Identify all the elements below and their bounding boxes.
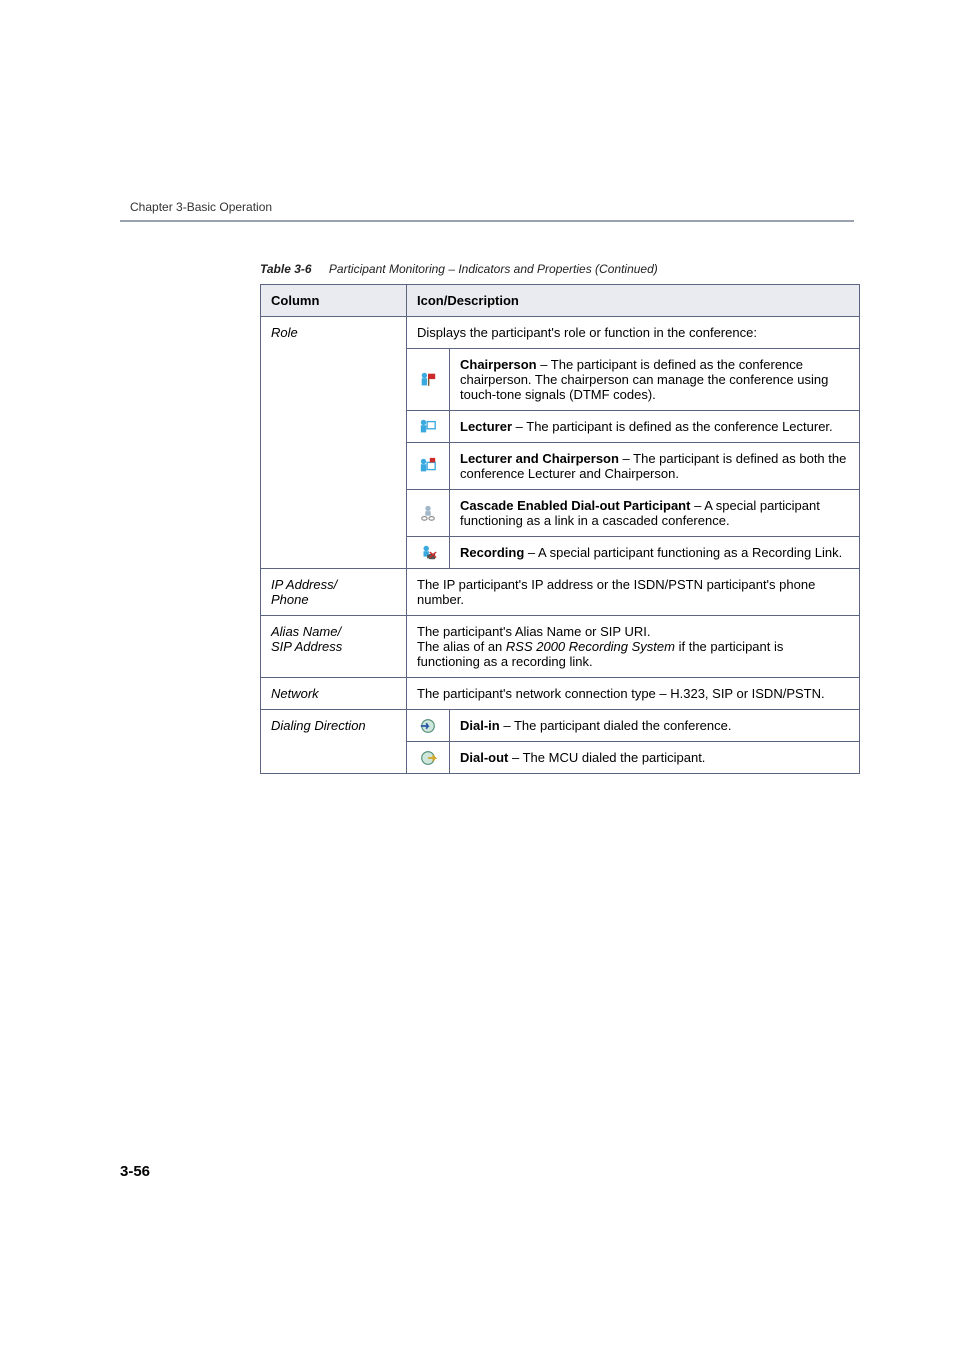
role-label: Role <box>261 317 407 569</box>
cascade-icon <box>407 490 450 537</box>
dial-out-desc: Dial-out – The MCU dialed the participan… <box>450 742 860 774</box>
table-row: IP Address/ Phone The IP participant's I… <box>261 569 860 616</box>
cascade-desc: Cascade Enabled Dial-out Participant – A… <box>450 490 860 537</box>
recording-text: – A special participant functioning as a… <box>524 545 842 560</box>
lc-bold: Lecturer and Chairperson <box>460 451 619 466</box>
dial-in-desc: Dial-in – The participant dialed the con… <box>450 710 860 742</box>
recording-icon <box>407 537 450 569</box>
alias-desc: The participant's Alias Name or SIP URI.… <box>407 616 860 678</box>
alias-label: Alias Name/ SIP Address <box>261 616 407 678</box>
chairperson-bold: Chairperson <box>460 357 537 372</box>
page-number: 3-56 <box>120 1163 150 1180</box>
table-row: Network The participant's network connec… <box>261 678 860 710</box>
cascade-bold: Cascade Enabled Dial-out Participant <box>460 498 690 513</box>
ip-desc: The IP participant's IP address or the I… <box>407 569 860 616</box>
properties-table: Column Icon/Description Role Displays th… <box>260 284 860 774</box>
alias-line2-italic: RSS 2000 Recording System <box>506 639 675 654</box>
table-row: Dialing Direction Dial-in – The particip… <box>261 710 860 742</box>
dial-out-bold: Dial-out <box>460 750 508 765</box>
lecturer-chairperson-icon <box>407 443 450 490</box>
dial-out-text: – The MCU dialed the participant. <box>508 750 705 765</box>
alias-line1: The participant's Alias Name or SIP URI. <box>417 624 650 639</box>
chapter-header: Chapter 3-Basic Operation <box>130 200 854 214</box>
chairperson-desc: Chairperson – The participant is defined… <box>450 349 860 411</box>
dial-in-text: – The participant dialed the conference. <box>500 718 732 733</box>
dial-in-icon <box>407 710 450 742</box>
role-intro: Displays the participant's role or funct… <box>407 317 860 349</box>
recording-desc: Recording – A special participant functi… <box>450 537 860 569</box>
dial-out-icon <box>407 742 450 774</box>
lecturer-bold: Lecturer <box>460 419 512 434</box>
table-header-row: Column Icon/Description <box>261 285 860 317</box>
network-label: Network <box>261 678 407 710</box>
dial-in-bold: Dial-in <box>460 718 500 733</box>
table-caption: Table 3-6 Participant Monitoring – Indic… <box>260 262 854 276</box>
table-row: Alias Name/ SIP Address The participant'… <box>261 616 860 678</box>
table-row: Role Displays the participant's role or … <box>261 317 860 349</box>
lecturer-chairperson-desc: Lecturer and Chairperson – The participa… <box>450 443 860 490</box>
lecturer-icon <box>407 411 450 443</box>
chairperson-icon <box>407 349 450 411</box>
ip-label: IP Address/ Phone <box>261 569 407 616</box>
th-description: Icon/Description <box>407 285 860 317</box>
network-desc: The participant's network connection typ… <box>407 678 860 710</box>
th-column: Column <box>261 285 407 317</box>
recording-bold: Recording <box>460 545 524 560</box>
caption-title: Participant Monitoring – Indicators and … <box>329 262 658 276</box>
lecturer-desc: Lecturer – The participant is defined as… <box>450 411 860 443</box>
alias-line2a: The alias of an <box>417 639 506 654</box>
caption-label: Table 3-6 <box>260 262 312 276</box>
dialing-label: Dialing Direction <box>261 710 407 774</box>
lecturer-text: – The participant is defined as the conf… <box>512 419 833 434</box>
header-rule <box>120 220 854 222</box>
